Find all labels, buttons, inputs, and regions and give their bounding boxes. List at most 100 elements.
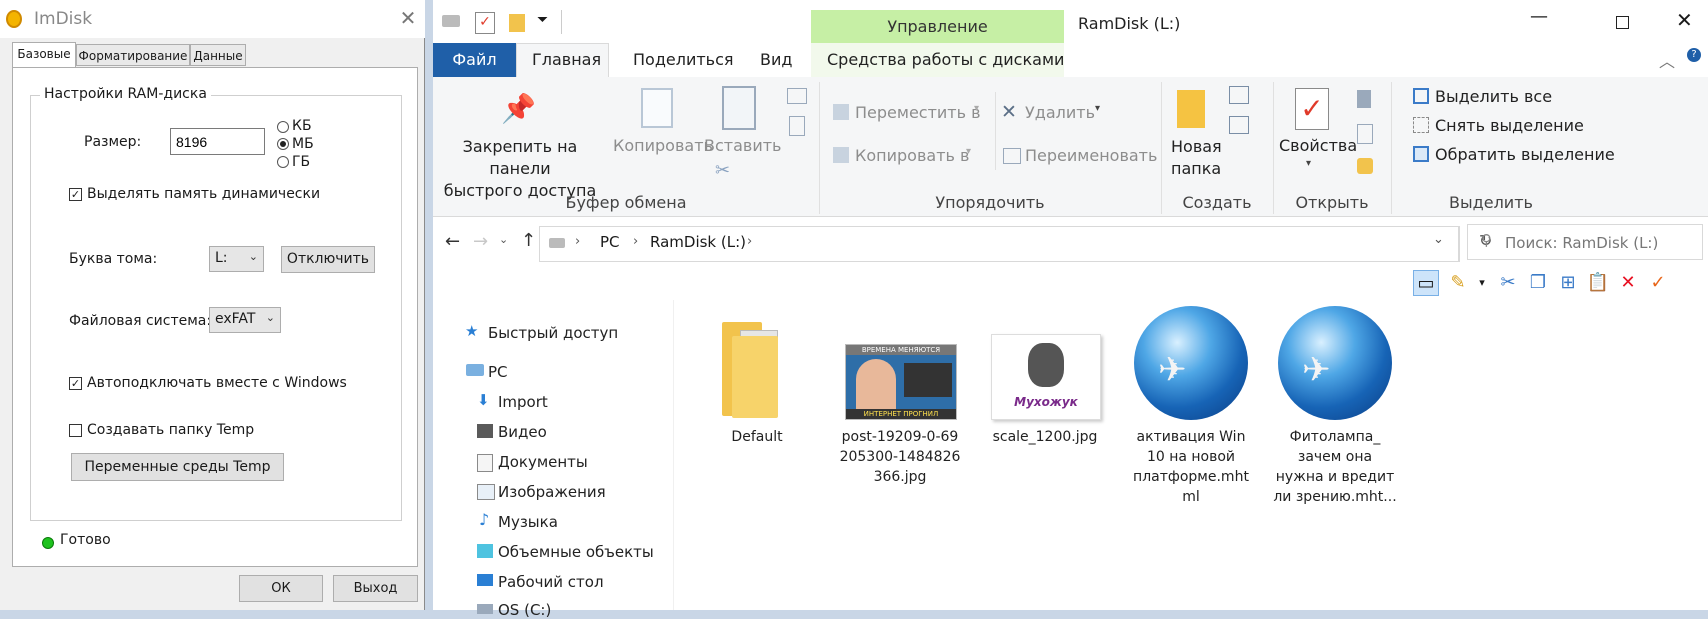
chevron-down-icon[interactable]: ⌄ bbox=[1433, 232, 1444, 247]
chevron-down-icon[interactable]: ▾ bbox=[1469, 270, 1495, 296]
detach-button[interactable]: Отключить bbox=[281, 246, 375, 273]
edit-icon[interactable] bbox=[1357, 124, 1373, 144]
size-input[interactable] bbox=[170, 128, 265, 155]
file-name: scale_1200.jpg bbox=[992, 429, 1098, 445]
unit-kb-radio[interactable] bbox=[277, 121, 289, 133]
maximize-icon[interactable] bbox=[1616, 16, 1629, 29]
tab-data[interactable]: Данные bbox=[190, 44, 246, 66]
cut-icon[interactable]: ✂ bbox=[715, 160, 730, 181]
context-tab-manage[interactable]: Управление bbox=[811, 10, 1064, 43]
thumb-logo-text: Мухожук bbox=[1014, 395, 1078, 409]
autoconnect-checkbox[interactable]: ✓ bbox=[69, 377, 82, 390]
tab-view[interactable]: Вид bbox=[760, 43, 792, 77]
autoconnect-label: Автоподключать вместе с Windows bbox=[87, 375, 347, 391]
desktop-icon bbox=[477, 574, 493, 586]
tab-file[interactable]: Файл bbox=[433, 43, 516, 77]
move-to-icon bbox=[833, 104, 849, 120]
delete-icon[interactable]: ✕ bbox=[1615, 270, 1641, 296]
preview-pane-icon[interactable]: ▭ bbox=[1413, 270, 1439, 296]
fs-label: Файловая система: bbox=[69, 313, 212, 329]
explorer-title-bar[interactable]: ✓ ⏷ Управление RamDisk (L:) — ✕ bbox=[433, 0, 1708, 44]
select-none-button[interactable]: Снять выделение bbox=[1435, 116, 1584, 135]
new-folder-line1: Новая bbox=[1171, 137, 1222, 156]
history-icon[interactable] bbox=[1357, 158, 1373, 174]
exit-button[interactable]: Выход bbox=[333, 575, 418, 602]
tree-desktop[interactable]: Рабочий стол bbox=[498, 573, 604, 591]
new-item-icon[interactable] bbox=[1229, 86, 1249, 104]
invert-selection-button[interactable]: Обратить выделение bbox=[1435, 145, 1615, 164]
file-thumb-meme[interactable]: ВРЕМЕНА МЕНЯЮТСЯ ИНТЕРНЕТ ПРОГНИЛ bbox=[845, 344, 957, 420]
folder-quick-icon[interactable] bbox=[509, 14, 525, 32]
drive-icon bbox=[477, 604, 493, 614]
close-icon[interactable]: ✕ bbox=[397, 6, 419, 30]
tab-disk-tools[interactable]: Средства работы с дисками bbox=[827, 43, 1064, 77]
tree-os-c[interactable]: OS (C:) bbox=[498, 601, 551, 619]
letter-value: L: bbox=[215, 250, 228, 266]
new-folder-button[interactable]: Новая папка bbox=[1171, 136, 1231, 180]
unit-gb-label: ГБ bbox=[292, 154, 311, 170]
tree-video[interactable]: Видео bbox=[498, 423, 547, 441]
group-organize: Упорядочить bbox=[935, 193, 1045, 212]
copy-button[interactable]: Копировать bbox=[613, 136, 713, 155]
forward-icon[interactable]: → bbox=[473, 231, 488, 252]
unit-gb-radio[interactable] bbox=[277, 156, 289, 168]
file-thumb-globe[interactable]: ✈ bbox=[1278, 306, 1392, 420]
tree-documents[interactable]: Документы bbox=[498, 453, 588, 471]
copy-icon[interactable]: ❐ bbox=[1525, 270, 1551, 296]
file-thumb-logo[interactable]: Мухожук bbox=[991, 334, 1101, 420]
rename-button[interactable]: Переименовать bbox=[1025, 146, 1157, 165]
copy-path-icon[interactable] bbox=[787, 88, 807, 104]
tree-quick-access[interactable]: Быстрый доступ bbox=[488, 324, 618, 342]
unit-mb-radio[interactable] bbox=[277, 138, 289, 150]
fs-select[interactable]: exFAT ⌄ bbox=[209, 307, 281, 333]
group-open: Открыть bbox=[1295, 193, 1369, 212]
tree-pictures[interactable]: Изображения bbox=[498, 483, 606, 501]
tab-share[interactable]: Поделиться bbox=[633, 43, 734, 77]
address-divider bbox=[1459, 226, 1460, 262]
unit-mb-label: МБ bbox=[292, 136, 314, 152]
breadcrumb-ramdisk[interactable]: RamDisk (L:) bbox=[650, 233, 746, 251]
open-icon[interactable] bbox=[1357, 90, 1371, 108]
tree-pc[interactable]: PC bbox=[488, 363, 508, 381]
imdisk-title-bar[interactable]: ImDisk ✕ bbox=[0, 0, 425, 38]
check-icon[interactable]: ✓ bbox=[1645, 270, 1671, 296]
file-thumb-globe[interactable]: ✈ bbox=[1134, 306, 1248, 420]
cut-icon[interactable]: ✂ bbox=[1495, 270, 1521, 296]
minimize-icon[interactable]: — bbox=[1530, 6, 1548, 27]
help-icon[interactable]: ? bbox=[1687, 48, 1701, 62]
close-icon[interactable]: ✕ bbox=[1676, 8, 1693, 32]
tree-import[interactable]: Import bbox=[498, 393, 548, 411]
notes-icon[interactable]: ✎ bbox=[1445, 270, 1471, 296]
select-all-button[interactable]: Выделить все bbox=[1435, 87, 1552, 106]
env-temp-button[interactable]: Переменные среды Temp bbox=[71, 453, 284, 481]
paste-shortcut-icon[interactable] bbox=[789, 116, 805, 136]
collapse-ribbon-icon[interactable]: ︿ bbox=[1659, 48, 1675, 72]
qat-dropdown-icon[interactable]: ⏷ bbox=[537, 12, 548, 28]
search-input[interactable]: Поиск: RamDisk (L:) bbox=[1505, 234, 1658, 252]
tab-basic[interactable]: Базовые bbox=[12, 42, 76, 68]
paste-button[interactable]: Вставить bbox=[704, 136, 781, 155]
paste-icon[interactable]: 📋 bbox=[1585, 270, 1611, 296]
tab-format[interactable]: Форматирование bbox=[76, 44, 190, 66]
move-to-button[interactable]: Переместить в bbox=[855, 103, 981, 122]
copy-to-button[interactable]: Копировать в bbox=[855, 146, 969, 165]
file-item-default[interactable] bbox=[718, 318, 796, 420]
tree-music[interactable]: Музыка bbox=[498, 513, 558, 531]
tree-3d-objects[interactable]: Объемные объекты bbox=[498, 543, 654, 561]
easy-access-icon[interactable] bbox=[1229, 116, 1249, 134]
status-ok-icon bbox=[42, 537, 54, 549]
dynamic-checkbox[interactable]: ✓ bbox=[69, 188, 82, 201]
properties-button[interactable]: Свойства bbox=[1279, 136, 1357, 155]
properties-quick-icon[interactable]: ✓ bbox=[475, 12, 495, 34]
up-icon[interactable]: ↑ bbox=[521, 230, 536, 251]
back-icon[interactable]: ← bbox=[445, 231, 460, 252]
ok-button[interactable]: ОК bbox=[239, 575, 323, 602]
group-title: Настройки RAM-диска bbox=[40, 86, 211, 102]
recent-chevron-icon[interactable]: ⌄ bbox=[499, 233, 508, 246]
tab-home[interactable]: Главная bbox=[532, 43, 601, 77]
delete-button[interactable]: Удалить bbox=[1025, 103, 1095, 122]
letter-select[interactable]: L: ⌄ bbox=[209, 246, 264, 272]
breadcrumb-pc[interactable]: PC bbox=[600, 233, 620, 251]
grid-view-icon[interactable]: ⊞ bbox=[1555, 270, 1581, 296]
temp-checkbox[interactable] bbox=[69, 424, 82, 437]
